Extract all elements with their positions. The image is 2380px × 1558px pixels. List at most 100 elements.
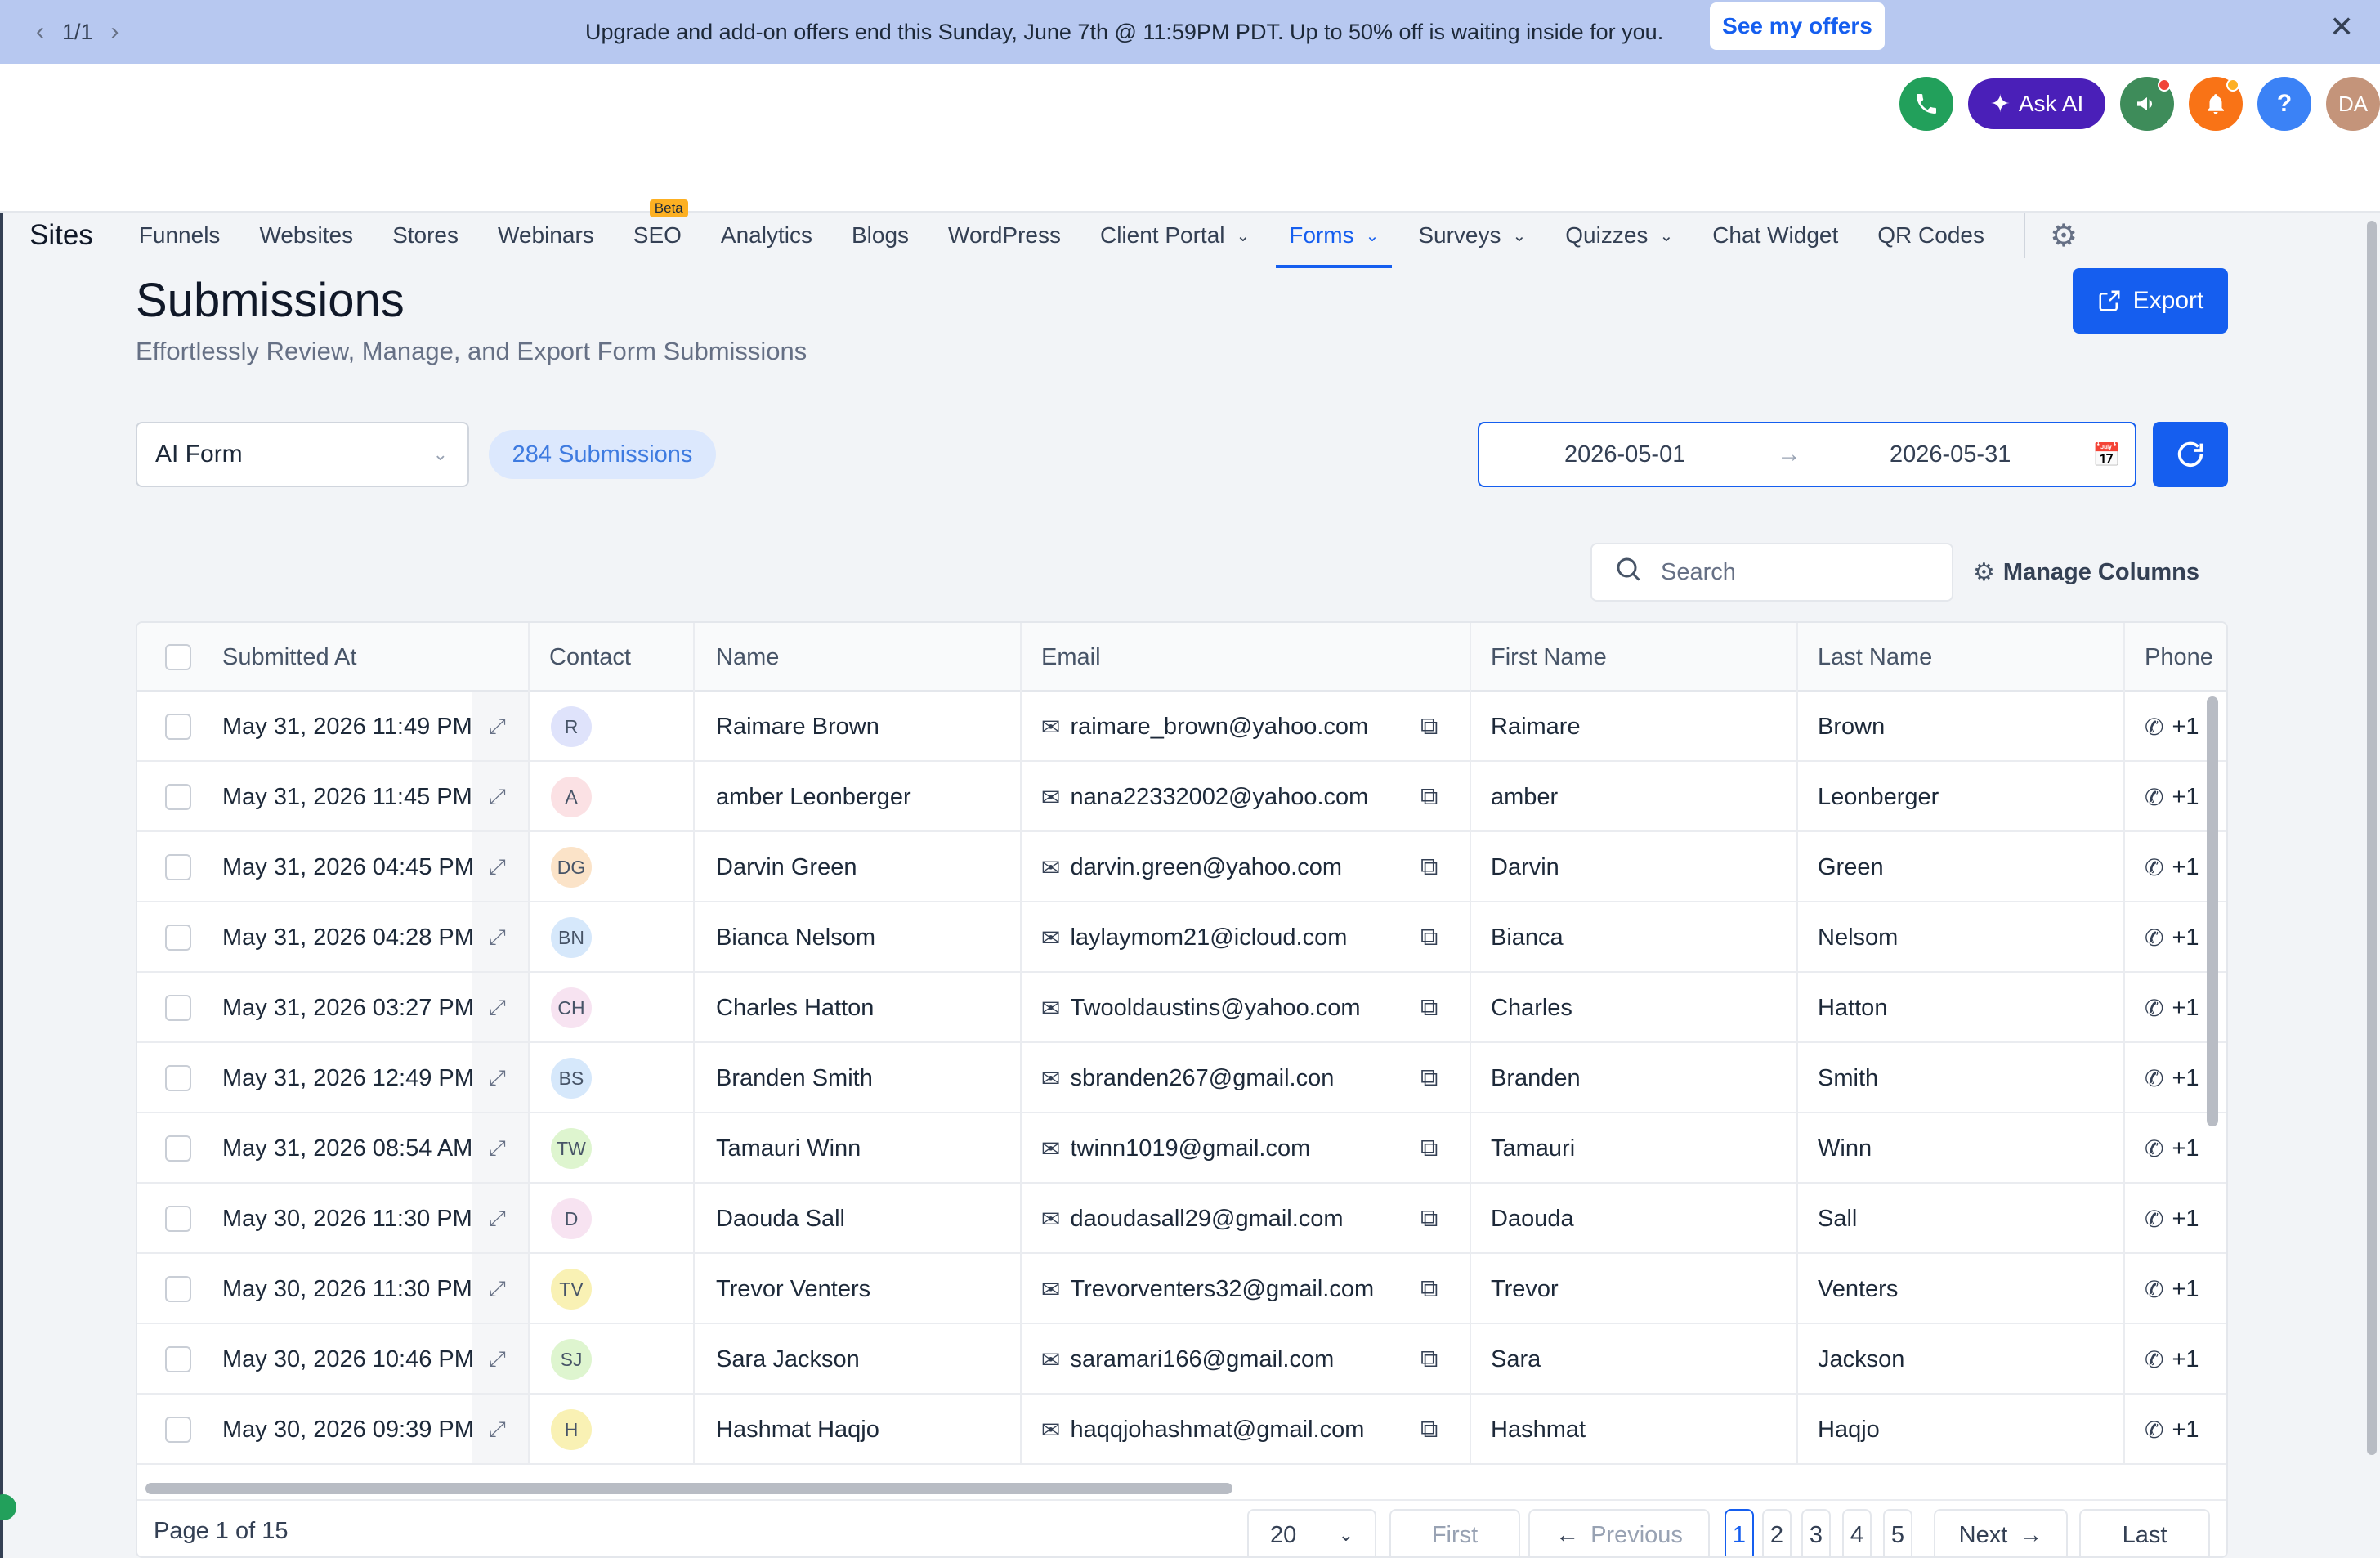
contact-cell[interactable]: A: [551, 762, 592, 832]
table-horizontal-scrollbar[interactable]: [145, 1483, 1232, 1494]
row-checkbox[interactable]: [165, 832, 191, 902]
copy-icon[interactable]: ⧉: [1420, 1043, 1438, 1113]
expand-icon[interactable]: ⤢: [489, 1184, 506, 1254]
column-contact[interactable]: Contact: [549, 623, 631, 692]
contact-cell[interactable]: CH: [551, 973, 592, 1043]
last-page-button[interactable]: Last: [2079, 1509, 2210, 1556]
nav-item-qr-codes[interactable]: QR Codes: [1877, 203, 1984, 268]
table-row[interactable]: May 31, 2026 11:49 PM ⤢ R Raimare Brown ✉ rai…: [137, 692, 2226, 762]
expand-icon[interactable]: ⤢: [489, 762, 506, 832]
row-checkbox[interactable]: [165, 1254, 191, 1324]
user-avatar[interactable]: DA: [2326, 77, 2380, 131]
copy-icon[interactable]: ⧉: [1420, 1324, 1438, 1395]
row-checkbox[interactable]: [165, 1395, 191, 1465]
nav-item-funnels[interactable]: Funnels: [139, 203, 221, 268]
table-row[interactable]: May 31, 2026 08:54 AM ⤢ TW Tamauri Winn ✉ twi…: [137, 1113, 2226, 1184]
nav-item-websites[interactable]: Websites: [259, 203, 353, 268]
manage-columns-button[interactable]: ⚙ Manage Columns: [1973, 543, 2199, 602]
export-button[interactable]: Export: [2073, 268, 2228, 334]
next-page-button[interactable]: Next →: [1934, 1509, 2068, 1556]
contact-cell[interactable]: BN: [551, 902, 592, 973]
table-row[interactable]: May 31, 2026 04:28 PM ⤢ BN Bianca Nelsom ✉ la…: [137, 902, 2226, 973]
column-email[interactable]: Email: [1041, 623, 1101, 692]
nav-item-analytics[interactable]: Analytics: [721, 203, 812, 268]
table-row[interactable]: May 30, 2026 11:30 PM ⤢ D Daouda Sall ✉ daoud…: [137, 1184, 2226, 1254]
table-row[interactable]: May 31, 2026 11:45 PM ⤢ Aamber Leonberger ✉…: [137, 762, 2226, 832]
expand-icon[interactable]: ⤢: [489, 1324, 506, 1395]
column-last-name[interactable]: Last Name: [1818, 623, 1932, 692]
contact-cell[interactable]: TW: [551, 1113, 592, 1184]
row-checkbox[interactable]: [165, 1043, 191, 1113]
date-start[interactable]: 2026-05-01: [1564, 441, 1685, 468]
nav-item-forms[interactable]: Forms ⌄: [1276, 203, 1393, 268]
floating-widget[interactable]: [0, 1494, 16, 1520]
expand-icon[interactable]: ⤢: [489, 692, 506, 762]
row-checkbox[interactable]: [165, 1324, 191, 1395]
table-row[interactable]: May 31, 2026 12:49 PM ⤢ BS Branden Smith ✉ sb…: [137, 1043, 2226, 1113]
contact-cell[interactable]: H: [551, 1395, 592, 1465]
date-end[interactable]: 2026-05-31: [1890, 441, 2011, 468]
expand-icon[interactable]: ⤢: [489, 973, 506, 1043]
row-checkbox[interactable]: [165, 762, 191, 832]
copy-icon[interactable]: ⧉: [1420, 973, 1438, 1043]
nav-item-surveys[interactable]: Surveys ⌄: [1418, 203, 1526, 268]
column-first-name[interactable]: First Name: [1491, 623, 1607, 692]
nav-item-wordpress[interactable]: WordPress: [948, 203, 1061, 268]
close-icon[interactable]: ✕: [2329, 10, 2354, 44]
row-checkbox[interactable]: [165, 1184, 191, 1254]
table-row[interactable]: May 30, 2026 10:46 PM ⤢ SJ Sara Jackson ✉ sar…: [137, 1324, 2226, 1395]
page-button-1[interactable]: 1: [1725, 1509, 1754, 1556]
expand-icon[interactable]: ⤢: [489, 1043, 506, 1113]
contact-cell[interactable]: BS: [551, 1043, 592, 1113]
help-icon[interactable]: ?: [2257, 77, 2311, 131]
page-scrollbar[interactable]: [2367, 221, 2377, 1455]
copy-icon[interactable]: ⧉: [1420, 1184, 1438, 1254]
first-page-button[interactable]: First: [1389, 1509, 1520, 1556]
nav-item-quizzes[interactable]: Quizzes ⌄: [1565, 203, 1673, 268]
copy-icon[interactable]: ⧉: [1420, 692, 1438, 762]
nav-item-webinars[interactable]: Webinars: [498, 203, 594, 268]
expand-icon[interactable]: ⤢: [489, 1113, 506, 1184]
date-range-picker[interactable]: 2026-05-01 → 2026-05-31 📅: [1478, 422, 2136, 487]
bell-icon[interactable]: [2189, 77, 2243, 131]
copy-icon[interactable]: ⧉: [1420, 762, 1438, 832]
column-submitted-at[interactable]: Submitted At: [222, 623, 356, 692]
copy-icon[interactable]: ⧉: [1420, 1113, 1438, 1184]
refresh-button[interactable]: [2153, 422, 2228, 487]
table-row[interactable]: May 31, 2026 03:27 PM ⤢ CH Charles Hatton ✉ T…: [137, 973, 2226, 1043]
chevron-left-icon[interactable]: ‹: [36, 18, 44, 46]
gear-icon[interactable]: ⚙: [2050, 217, 2078, 254]
copy-icon[interactable]: ⧉: [1420, 832, 1438, 902]
page-button-2[interactable]: 2: [1762, 1509, 1792, 1556]
chevron-right-icon[interactable]: ›: [111, 18, 119, 46]
nav-item-chat-widget[interactable]: Chat Widget: [1712, 203, 1838, 268]
page-size-select[interactable]: 20 ⌄: [1247, 1509, 1376, 1556]
nav-item-seo[interactable]: Beta SEO: [633, 199, 688, 268]
expand-icon[interactable]: ⤢: [489, 832, 506, 902]
expand-icon[interactable]: ⤢: [489, 902, 506, 973]
megaphone-icon[interactable]: [2120, 77, 2174, 131]
form-select[interactable]: AI Form ⌄: [136, 422, 469, 487]
copy-icon[interactable]: ⧉: [1420, 1395, 1438, 1465]
row-checkbox[interactable]: [165, 1113, 191, 1184]
page-button-3[interactable]: 3: [1801, 1509, 1831, 1556]
expand-icon[interactable]: ⤢: [489, 1254, 506, 1324]
column-phone[interactable]: Phone: [2145, 623, 2213, 692]
contact-cell[interactable]: SJ: [551, 1324, 592, 1395]
column-name[interactable]: Name: [716, 623, 779, 692]
contact-cell[interactable]: DG: [551, 832, 592, 902]
ask-ai-button[interactable]: ✦ Ask AI: [1968, 78, 2105, 129]
contact-cell[interactable]: TV: [551, 1254, 592, 1324]
table-vertical-scrollbar[interactable]: [2207, 696, 2218, 1126]
table-row[interactable]: May 31, 2026 04:45 PM ⤢ DG Darvin Green ✉ dar…: [137, 832, 2226, 902]
page-button-5[interactable]: 5: [1883, 1509, 1912, 1556]
search-input[interactable]: Search: [1590, 543, 1953, 602]
row-checkbox[interactable]: [165, 902, 191, 973]
nav-item-blogs[interactable]: Blogs: [852, 203, 909, 268]
select-all-checkbox[interactable]: [165, 623, 191, 692]
row-checkbox[interactable]: [165, 692, 191, 762]
copy-icon[interactable]: ⧉: [1420, 902, 1438, 973]
contact-cell[interactable]: R: [551, 692, 592, 762]
previous-page-button[interactable]: ← Previous: [1528, 1509, 1710, 1556]
contact-cell[interactable]: D: [551, 1184, 592, 1254]
